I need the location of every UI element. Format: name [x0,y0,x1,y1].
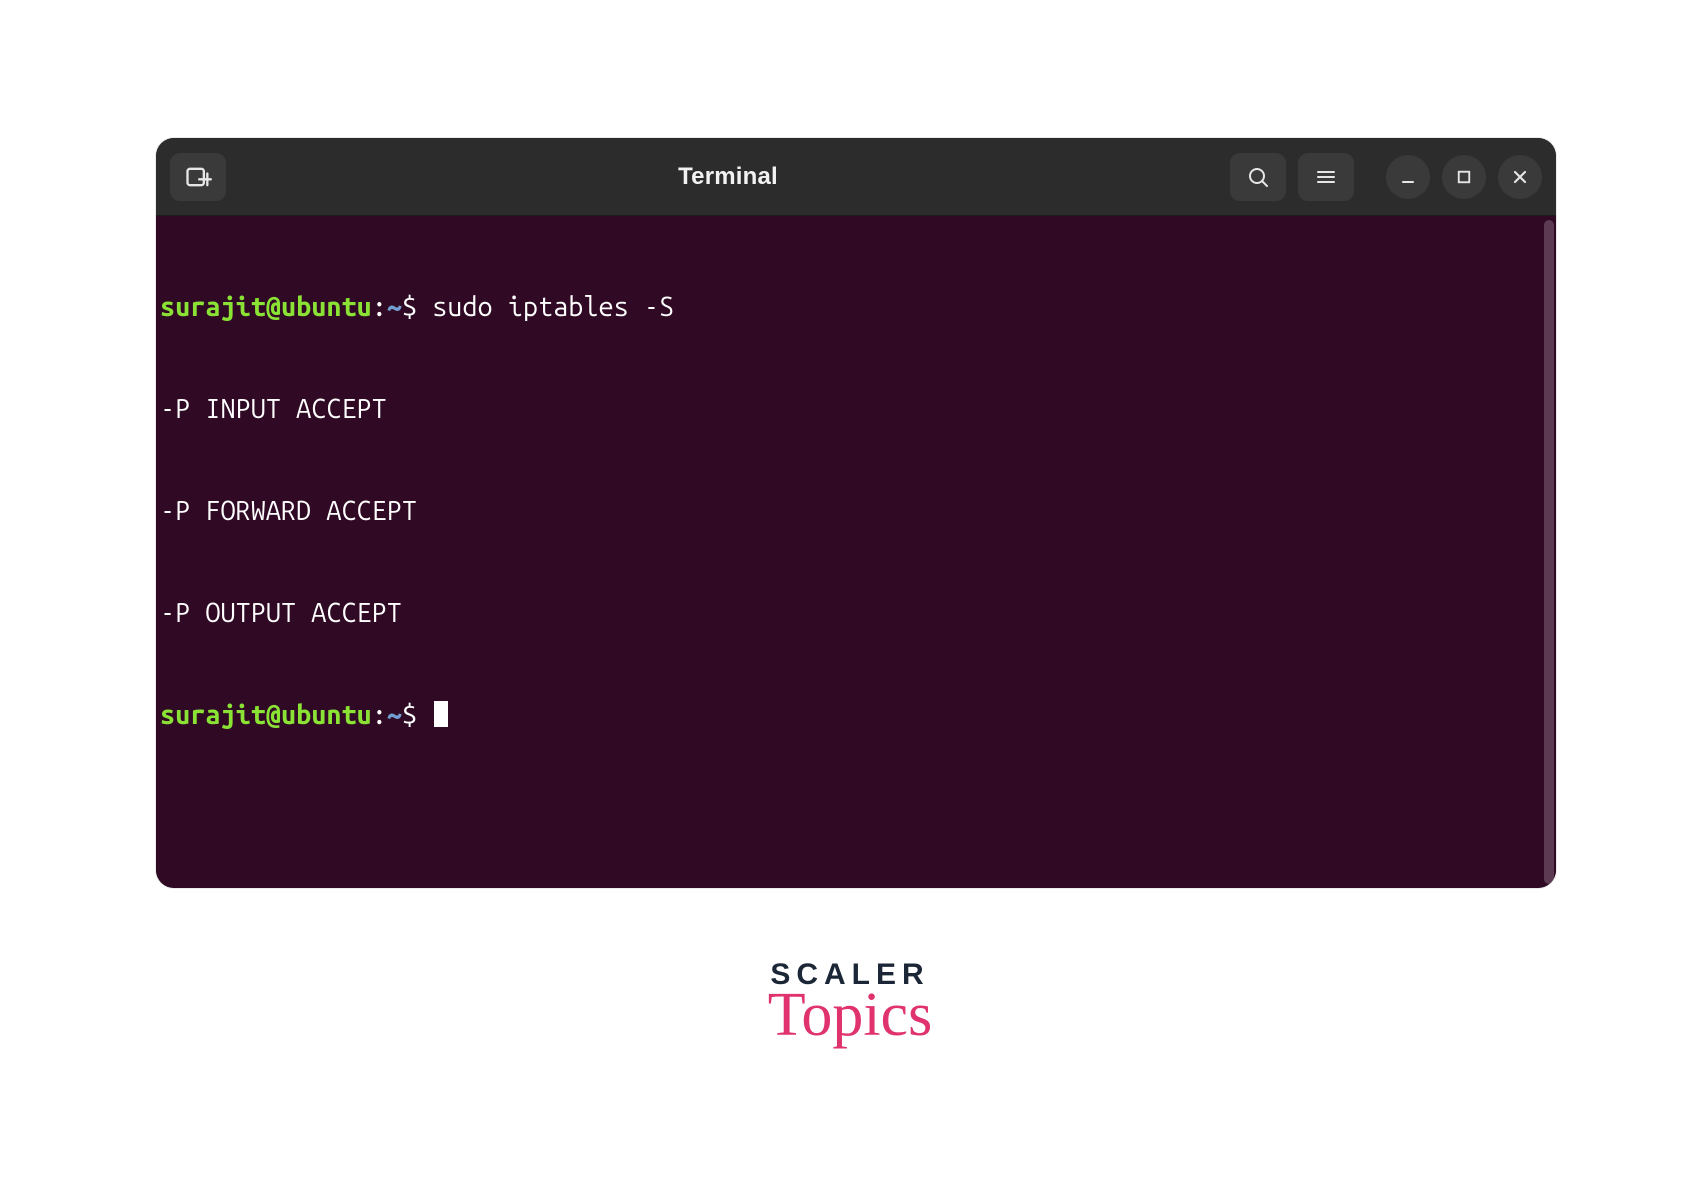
prompt-path: ~ [387,292,402,322]
terminal-line-command: surajit@ubuntu:~$ sudo iptables -S [160,290,1552,324]
prompt-user-host: surajit@ubuntu [160,700,372,730]
command-text: sudo iptables -S [432,292,674,322]
search-button[interactable] [1230,153,1286,201]
terminal-body[interactable]: surajit@ubuntu:~$ sudo iptables -S -P IN… [156,216,1556,888]
close-button[interactable] [1498,155,1542,199]
window-title: Terminal [236,163,1220,191]
terminal-window: Terminal [156,138,1556,888]
cursor [434,701,448,727]
maximize-icon [1455,168,1473,186]
titlebar-left [170,153,226,201]
terminal-output-line: -P OUTPUT ACCEPT [160,596,1552,630]
new-tab-button[interactable] [170,153,226,201]
titlebar: Terminal [156,138,1556,216]
terminal-output-line: -P INPUT ACCEPT [160,392,1552,426]
menu-button[interactable] [1298,153,1354,201]
terminal-line-prompt: surajit@ubuntu:~$ [160,698,1552,732]
maximize-button[interactable] [1442,155,1486,199]
scrollbar[interactable] [1544,220,1554,884]
prompt-separator: : [372,700,387,730]
titlebar-right [1230,153,1542,201]
prompt-symbol: $ [402,700,417,730]
prompt-separator: : [372,292,387,322]
close-icon [1510,167,1530,187]
prompt-user-host: surajit@ubuntu [160,292,372,322]
prompt-path: ~ [387,700,402,730]
minimize-icon [1398,167,1418,187]
terminal-output-line: -P FORWARD ACCEPT [160,494,1552,528]
page-stage: Terminal [0,0,1700,1188]
prompt-symbol: $ [402,292,417,322]
branding-line2: Topics [768,984,932,1046]
minimize-button[interactable] [1386,155,1430,199]
scrollbar-thumb[interactable] [1544,220,1554,884]
search-icon [1246,165,1270,189]
menu-icon [1314,165,1338,189]
new-tab-icon [184,163,212,191]
branding-logo: SCALER Topics [768,960,932,1046]
